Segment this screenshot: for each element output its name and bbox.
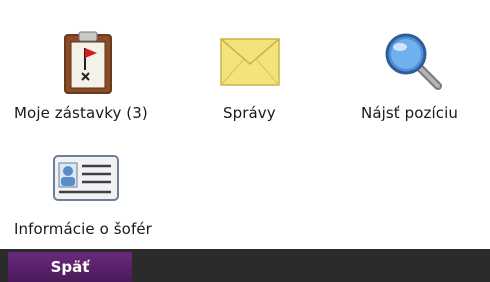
screen: Moje zástavky (3) Správy Nájsť pozíciu I… <box>0 0 490 282</box>
menu-item-label: Moje zástavky (3) <box>14 104 148 122</box>
menu-item-my-stops[interactable]: Moje zástavky (3) <box>0 18 170 138</box>
menu-item-driver-info[interactable]: Informácie o šofér <box>0 150 175 242</box>
id-card-icon <box>53 155 119 201</box>
menu-item-messages[interactable]: Správy <box>175 18 325 138</box>
magnifier-icon <box>385 33 442 90</box>
menu-item-label: Správy <box>223 104 276 122</box>
menu-item-label: Nájsť pozíciu <box>361 104 459 122</box>
menu-item-label: Informácie o šofér <box>14 220 152 238</box>
back-button[interactable]: Späť <box>8 252 132 282</box>
menu-item-find-position[interactable]: Nájsť pozíciu <box>340 18 490 138</box>
clipboard-flag-icon <box>64 31 112 94</box>
envelope-icon <box>220 38 280 86</box>
